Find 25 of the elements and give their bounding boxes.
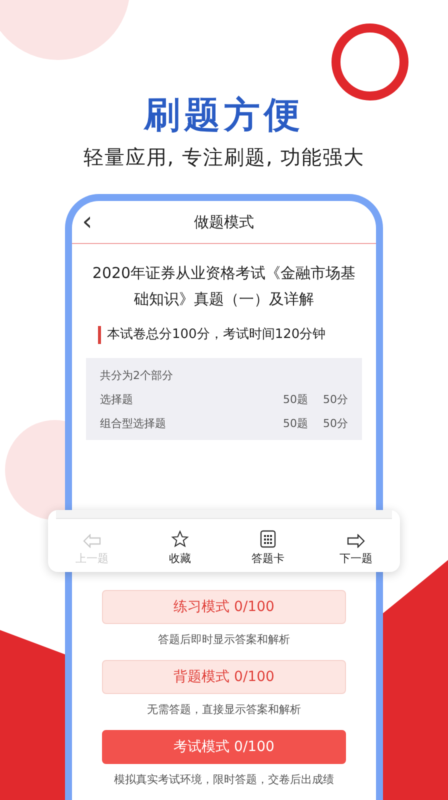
mode-caption: 无需答题，直接显示答案和解析 [147,702,301,718]
tagline: 轻量应用, 专注刷题, 功能强大 [83,144,365,170]
exam-title: 2020年证券从业资格考试《金融市场基础知识》真题（一）及详解 [91,263,357,310]
summary-heading: 共分为2个部分 [100,368,174,384]
section-name: 组合型选择题 [100,416,167,432]
grid-icon [260,530,276,548]
section-score: 50分 [322,392,348,408]
section-score: 50分 [322,416,348,432]
toolbar-button[interactable]: 收藏 [136,530,224,566]
mode-button[interactable]: 背题模式 0/100 [102,660,346,694]
mode-caption: 答题后即时显示答案和解析 [158,632,290,648]
toolbar-button[interactable]: 下一题 [312,534,400,566]
right-arrow-icon [347,534,365,548]
screen-title: 做题模式 [193,212,255,232]
mode-caption: 模拟真实考试环境，限时答题，交卷后出成绩 [114,772,334,788]
mode-button[interactable]: 练习模式 0/100 [102,590,346,624]
star-icon [171,530,189,548]
toolbar-button[interactable]: 答题卡 [224,530,312,566]
left-arrow-icon [83,534,101,548]
section-name: 选择题 [100,392,134,408]
headline: 刷题方便 [144,94,304,138]
back-button[interactable]: ‹ [82,207,112,237]
question-count: 50题 [282,416,308,432]
exam-info: 本试卷总分100分，考试时间120分钟 [98,326,376,344]
question-count: 50题 [282,392,308,408]
